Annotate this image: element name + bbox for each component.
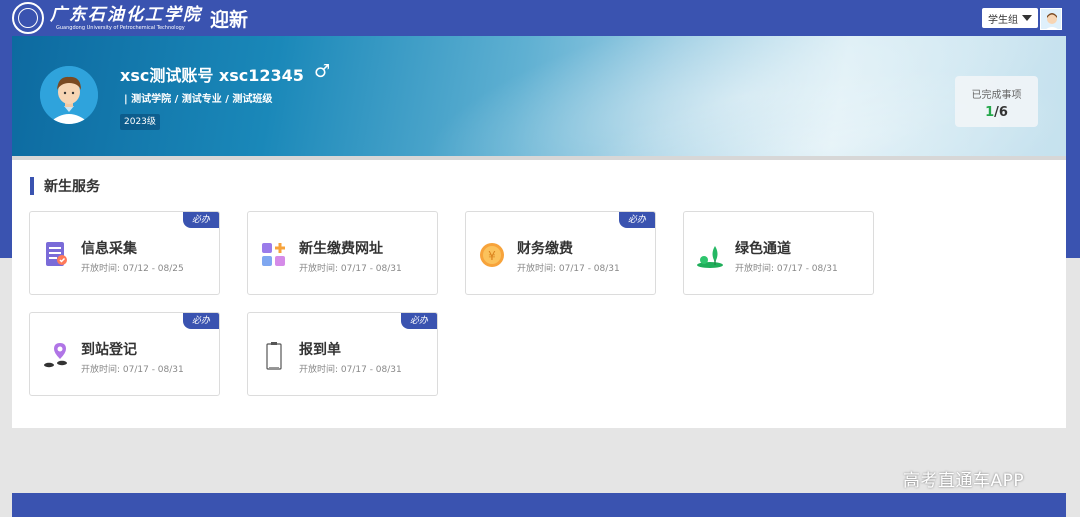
card-open-time: 开放时间: 07/17 - 08/31 <box>81 365 184 375</box>
app-grid-icon <box>262 243 285 266</box>
grade-tag: 2023级 <box>120 114 160 130</box>
card-open-time: 开放时间: 07/17 - 08/31 <box>517 264 620 274</box>
required-badge: 必办 <box>183 313 219 329</box>
coin-icon: ¥ <box>480 243 504 267</box>
school-logo[interactable]: 广东石油化工学院 Guangdong University of Petroch… <box>12 2 248 34</box>
card-title: 报到单 <box>299 342 341 358</box>
clipboard-icon <box>266 342 282 370</box>
completed-tasks-count: 1/6 <box>985 105 1008 120</box>
section-title-text: 新生服务 <box>44 179 100 195</box>
role-select[interactable]: 学生组 <box>982 8 1038 28</box>
required-badge: 必办 <box>183 212 219 228</box>
user-avatar <box>40 66 98 124</box>
location-pin-icon <box>44 343 67 368</box>
user-avatar-small[interactable] <box>1040 8 1062 30</box>
completed-tasks-label: 已完成事项 <box>971 90 1022 101</box>
user-name: xsc测试账号 xsc12345 <box>120 66 304 85</box>
document-form-icon <box>46 242 67 266</box>
tree-icon <box>697 246 723 268</box>
service-card-info-collection[interactable]: 必办 信息采集 开放时间: 07/12 - 08/25 <box>29 211 220 295</box>
section-title: 新生服务 <box>30 177 100 195</box>
school-seal-icon <box>12 2 44 34</box>
card-open-time: 开放时间: 07/12 - 08/25 <box>81 264 184 274</box>
footer-bar <box>12 493 1066 517</box>
card-title: 新生缴费网址 <box>299 241 383 257</box>
service-card-finance-payment[interactable]: 必办 ¥ 财务缴费 开放时间: 07/17 - 08/31 <box>465 211 656 295</box>
completed-tasks-box: 已完成事项 1/6 <box>955 76 1038 127</box>
card-title: 财务缴费 <box>517 241 573 257</box>
section-title-bar <box>30 177 34 195</box>
top-bar: 广东石油化工学院 Guangdong University of Petroch… <box>0 0 1080 36</box>
service-card-registration-form[interactable]: 必办 报到单 开放时间: 07/17 - 08/31 <box>247 312 438 396</box>
chevron-down-icon <box>1022 15 1032 21</box>
card-title: 到站登记 <box>81 342 137 358</box>
svg-text:¥: ¥ <box>488 249 496 263</box>
app-title: 迎新 <box>210 8 249 31</box>
school-name-cn: 广东石油化工学院 <box>50 4 202 25</box>
service-card-green-channel[interactable]: 绿色通道 开放时间: 07/17 - 08/31 <box>683 211 874 295</box>
service-card-payment-url[interactable]: 新生缴费网址 开放时间: 07/17 - 08/31 <box>247 211 438 295</box>
service-card-arrival-registration[interactable]: 必办 到站登记 开放时间: 07/17 - 08/31 <box>29 312 220 396</box>
watermark-text: 高考直通车APP <box>903 471 1025 491</box>
required-badge: 必办 <box>619 212 655 228</box>
required-badge: 必办 <box>401 313 437 329</box>
school-name-en: Guangdong University of Petrochemical Te… <box>56 24 185 31</box>
user-department-path: | 测试学院 / 测试专业 / 测试班级 <box>124 94 273 105</box>
card-title: 绿色通道 <box>735 241 791 257</box>
male-gender-icon: ♂ <box>314 61 331 82</box>
card-open-time: 开放时间: 07/17 - 08/31 <box>299 365 402 375</box>
card-open-time: 开放时间: 07/17 - 08/31 <box>299 264 402 274</box>
card-open-time: 开放时间: 07/17 - 08/31 <box>735 264 838 274</box>
card-title: 信息采集 <box>81 241 137 257</box>
role-select-value: 学生组 <box>988 14 1018 26</box>
